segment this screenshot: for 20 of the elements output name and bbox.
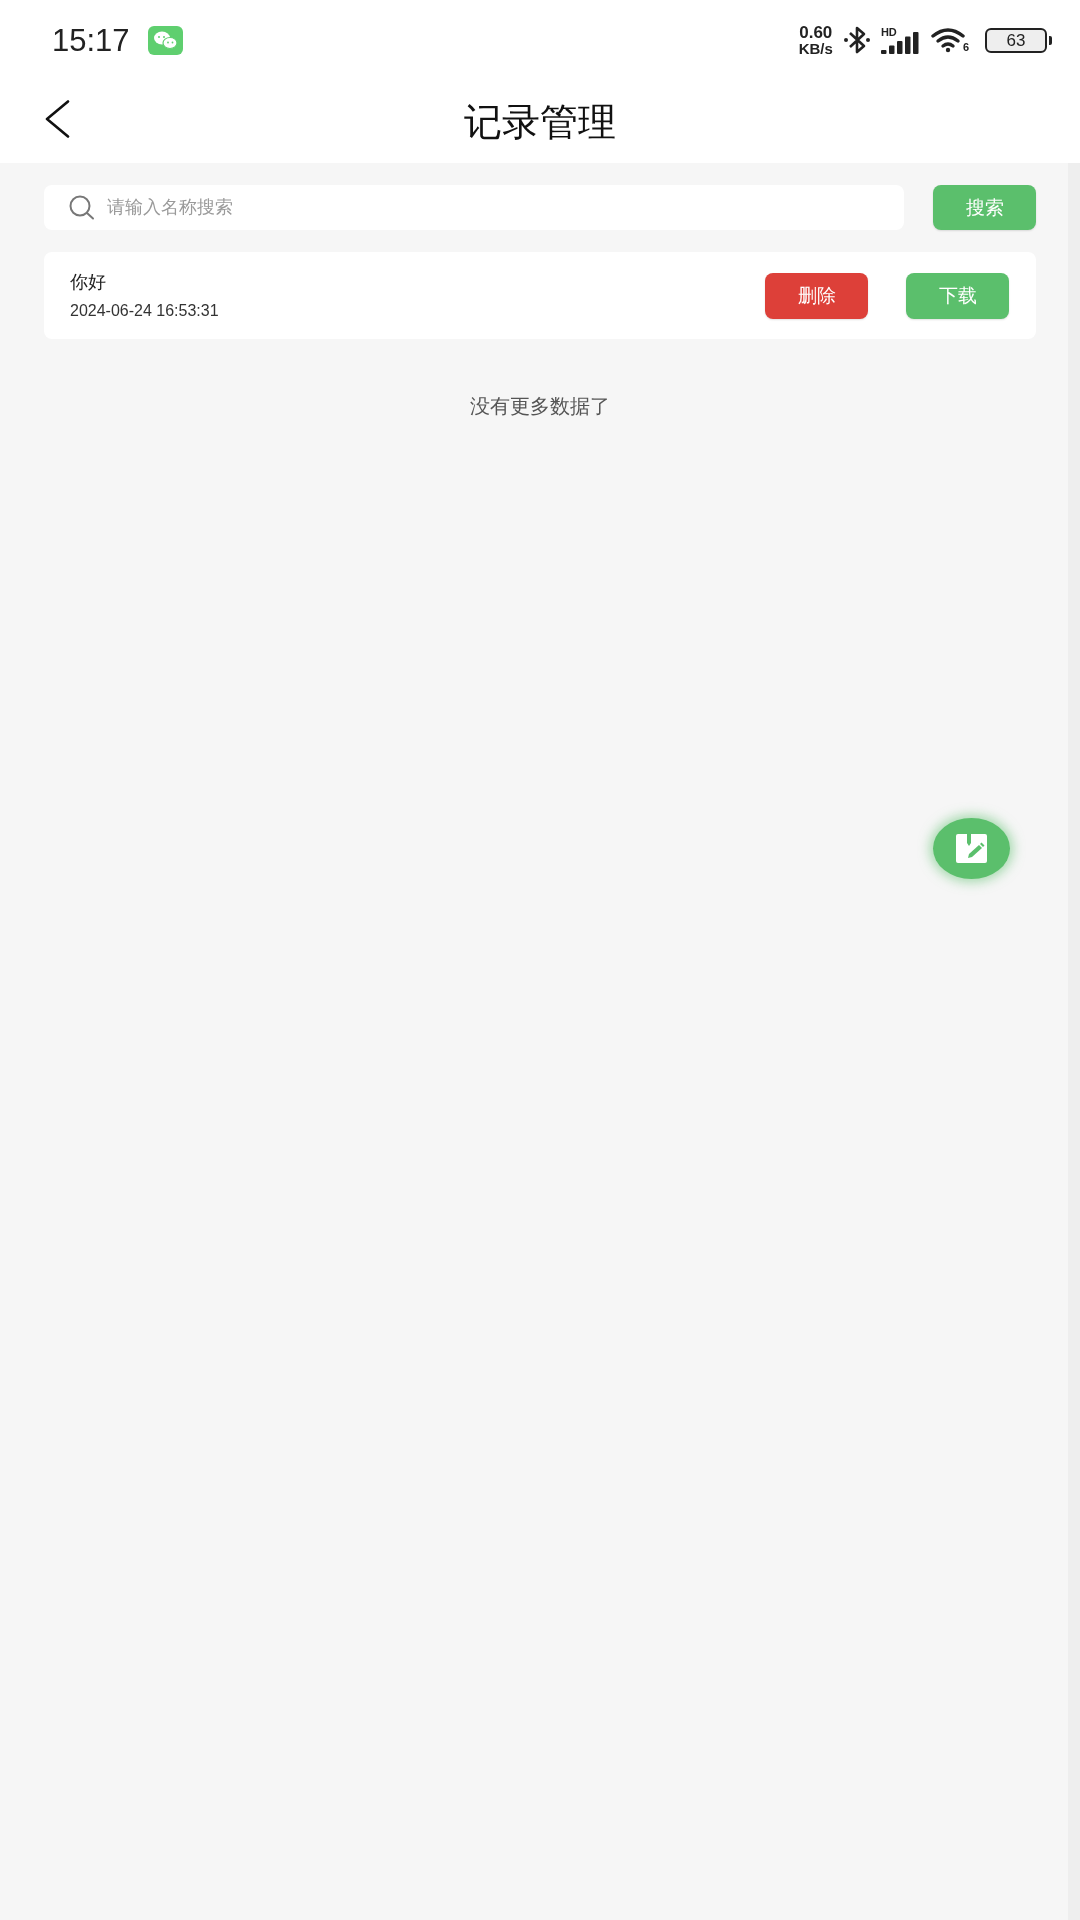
chat-app-icon (147, 25, 183, 55)
wifi-icon (930, 27, 965, 53)
search-icon (68, 195, 95, 220)
record-name: 你好 (70, 270, 107, 293)
record-time: 2024-06-24 16:53:31 (70, 300, 219, 321)
network-speed-unit: KB/s (798, 41, 833, 56)
search-field[interactable]: 请输入名称搜索 (44, 185, 904, 230)
network-speed: 0.60 (799, 24, 833, 41)
battery-percent: 63 (1006, 31, 1026, 49)
download-button[interactable]: 下载 (906, 272, 1009, 319)
edit-note-icon (956, 834, 987, 863)
search-button[interactable]: 搜索 (933, 185, 1036, 230)
signal-label: HD (880, 26, 897, 38)
delete-button[interactable]: 删除 (765, 272, 868, 319)
page-title: 记录管理 (464, 102, 616, 141)
wifi-label: 6 (962, 42, 969, 53)
bluetooth-icon (842, 25, 871, 55)
back-chevron-icon (44, 100, 70, 138)
list-end-message: 没有更多数据了 (470, 394, 610, 419)
status-time: 15:17 (52, 24, 130, 56)
